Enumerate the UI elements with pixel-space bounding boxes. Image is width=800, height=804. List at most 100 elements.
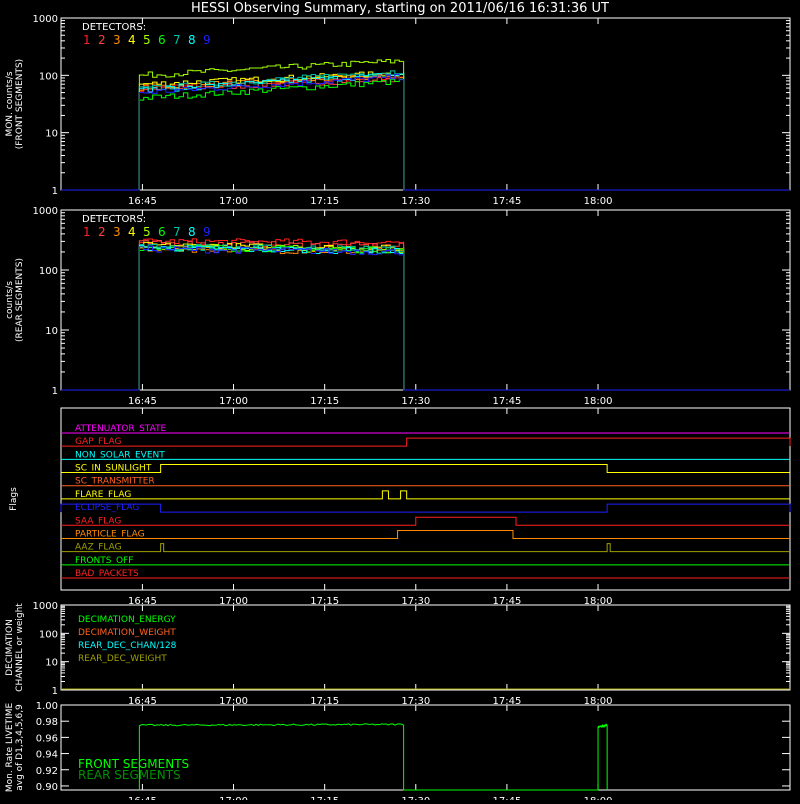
front-legend-6: 6	[158, 33, 166, 47]
front-legend-2: 2	[98, 33, 106, 47]
decimation-ytick-label: 1	[52, 686, 58, 697]
rear-series-7	[61, 244, 790, 391]
rear-series-4	[61, 241, 790, 391]
rear-xtick-label: 16:45	[128, 396, 157, 407]
front-xtick-label: 16:45	[128, 196, 157, 207]
front-ylabel: MON. counts/s	[5, 71, 15, 136]
decimation-ylabel: DECIMATION	[5, 619, 15, 676]
rear-series-3	[61, 245, 790, 391]
front-xtick-label: 17:45	[492, 196, 521, 207]
rear-legend-5: 5	[143, 225, 151, 239]
rear-ytick-label: 10	[45, 326, 58, 337]
front-ylabel2: (FRONT SEGMENTS)	[15, 59, 25, 149]
front-xtick-label: 17:30	[401, 196, 430, 207]
flag-line-sc_in_sunlight	[61, 464, 790, 474]
front-legend-9: 9	[203, 33, 211, 47]
front-ylabel-group: MON. counts/s (FRONT SEGMENTS)	[5, 59, 25, 149]
livetime-xtick-label: 17:30	[401, 796, 430, 800]
front-xtick-label: 18:00	[584, 196, 613, 207]
rear-ytick-label: 1	[52, 386, 58, 397]
flag-line-flare_flag	[61, 490, 790, 500]
front-legend-title: DETECTORS:	[82, 22, 146, 33]
livetime-legend-1: REAR SEGMENTS	[78, 768, 181, 782]
front-legend-8: 8	[188, 33, 196, 47]
rear-legend-3: 3	[113, 225, 121, 239]
livetime-ylabel-group: Mon. Rate LIVETIME avg of D1,3,4,5,6,9	[5, 703, 25, 793]
livetime-series-0	[138, 723, 608, 791]
livetime-ytick-label: 0.96	[36, 733, 58, 744]
flags-ylabel-group: Flags	[9, 487, 19, 511]
rear-series-5	[61, 243, 790, 391]
rear-legend-6: 6	[158, 225, 166, 239]
decimation-ylabel2: CHANNEL or weight	[15, 603, 25, 692]
decimation-legend-2: REAR_DEC_CHAN/128	[78, 641, 177, 651]
front-series-7	[61, 70, 790, 191]
flag-line-saa_flag	[61, 516, 790, 526]
front-series-6	[61, 78, 790, 191]
rear-series-1	[61, 238, 790, 391]
rear-xtick-label: 17:30	[401, 396, 430, 407]
livetime-ytick-label: 0.94	[36, 750, 58, 761]
front-frame	[60, 17, 791, 191]
rear-series-6	[61, 245, 790, 391]
flag-line-aaz_flag	[61, 543, 790, 553]
livetime-ytick-label: 0.92	[36, 766, 58, 777]
flag-line-eclipse_flag	[60, 503, 791, 513]
rear-xtick-label: 18:00	[584, 396, 613, 407]
livetime-xtick-label: 16:45	[128, 796, 157, 800]
decimation-legend-0: DECIMATION_ENERGY	[78, 615, 176, 625]
decimation-ylabel-group: DECIMATION CHANNEL or weight	[5, 603, 25, 692]
rear-ytick-label: 100	[39, 266, 58, 277]
rear-series-9	[61, 245, 790, 391]
rear-legend-9: 9	[203, 225, 211, 239]
front-legend-5: 5	[143, 33, 151, 47]
rear-ylabel2: (REAR SEGMENTS)	[15, 258, 25, 342]
front-ytick-label: 10	[45, 129, 58, 140]
decimation-ytick-label: 1000	[33, 601, 58, 612]
front-xtick-label: 17:00	[219, 196, 248, 207]
chart-svg: HESSI Observing Summary, starting on 201…	[5, 1, 791, 804]
front-series-9	[61, 73, 790, 191]
front-legend-3: 3	[113, 33, 121, 47]
front-series-3	[61, 73, 790, 191]
rear-legend-8: 8	[188, 225, 196, 239]
livetime-ylabel2: avg of D1,3,4,5,6,9	[15, 704, 25, 791]
livetime-xtick-label: 18:00	[584, 796, 613, 800]
livetime-ylabel: Mon. Rate LIVETIME	[5, 703, 15, 793]
rear-xtick-label: 17:45	[492, 396, 521, 407]
livetime-xtick-label: 17:45	[492, 796, 521, 800]
rear-frame	[60, 209, 791, 391]
livetime-xtick-label: 17:15	[310, 796, 339, 800]
rear-ytick-label: 1000	[33, 206, 58, 217]
rear-legend-1: 1	[83, 225, 91, 239]
flags-ylabel: Flags	[9, 487, 19, 511]
flag-line-particle_flag	[61, 529, 790, 539]
rear-legend-7: 7	[173, 225, 181, 239]
rear-legend-4: 4	[128, 225, 136, 239]
rear-xtick-label: 17:15	[310, 396, 339, 407]
front-legend-4: 4	[128, 33, 136, 47]
livetime-ytick-label: 0.98	[36, 717, 58, 728]
rear-legend-2: 2	[98, 225, 106, 239]
rear-legend-title: DETECTORS:	[82, 214, 146, 225]
front-legend-7: 7	[173, 33, 181, 47]
rear-series-2	[61, 240, 790, 391]
rear-ylabel: counts/s	[5, 281, 15, 319]
flag-line-gap_flag	[61, 437, 791, 447]
front-ytick-label: 1000	[33, 14, 58, 25]
decimation-ytick-label: 10	[45, 658, 58, 669]
front-legend-1: 1	[83, 33, 91, 47]
rear-ylabel-group: counts/s (REAR SEGMENTS)	[5, 258, 25, 342]
livetime-ytick-label: 1.00	[36, 701, 58, 712]
livetime-ytick-label: 0.90	[36, 782, 58, 793]
front-xtick-label: 17:15	[310, 196, 339, 207]
livetime-xtick-label: 17:00	[219, 796, 248, 800]
front-series-4	[61, 71, 790, 191]
rear-xtick-label: 17:00	[219, 396, 248, 407]
decimation-legend-1: DECIMATION_WEIGHT	[78, 628, 176, 638]
front-ytick-label: 1	[52, 186, 58, 197]
figure-title: HESSI Observing Summary, starting on 201…	[191, 1, 609, 16]
observing-summary-figure: HESSI Observing Summary, starting on 201…	[0, 0, 800, 804]
decimation-legend-3: REAR_DEC_WEIGHT	[78, 654, 167, 664]
front-series-5	[61, 59, 790, 191]
